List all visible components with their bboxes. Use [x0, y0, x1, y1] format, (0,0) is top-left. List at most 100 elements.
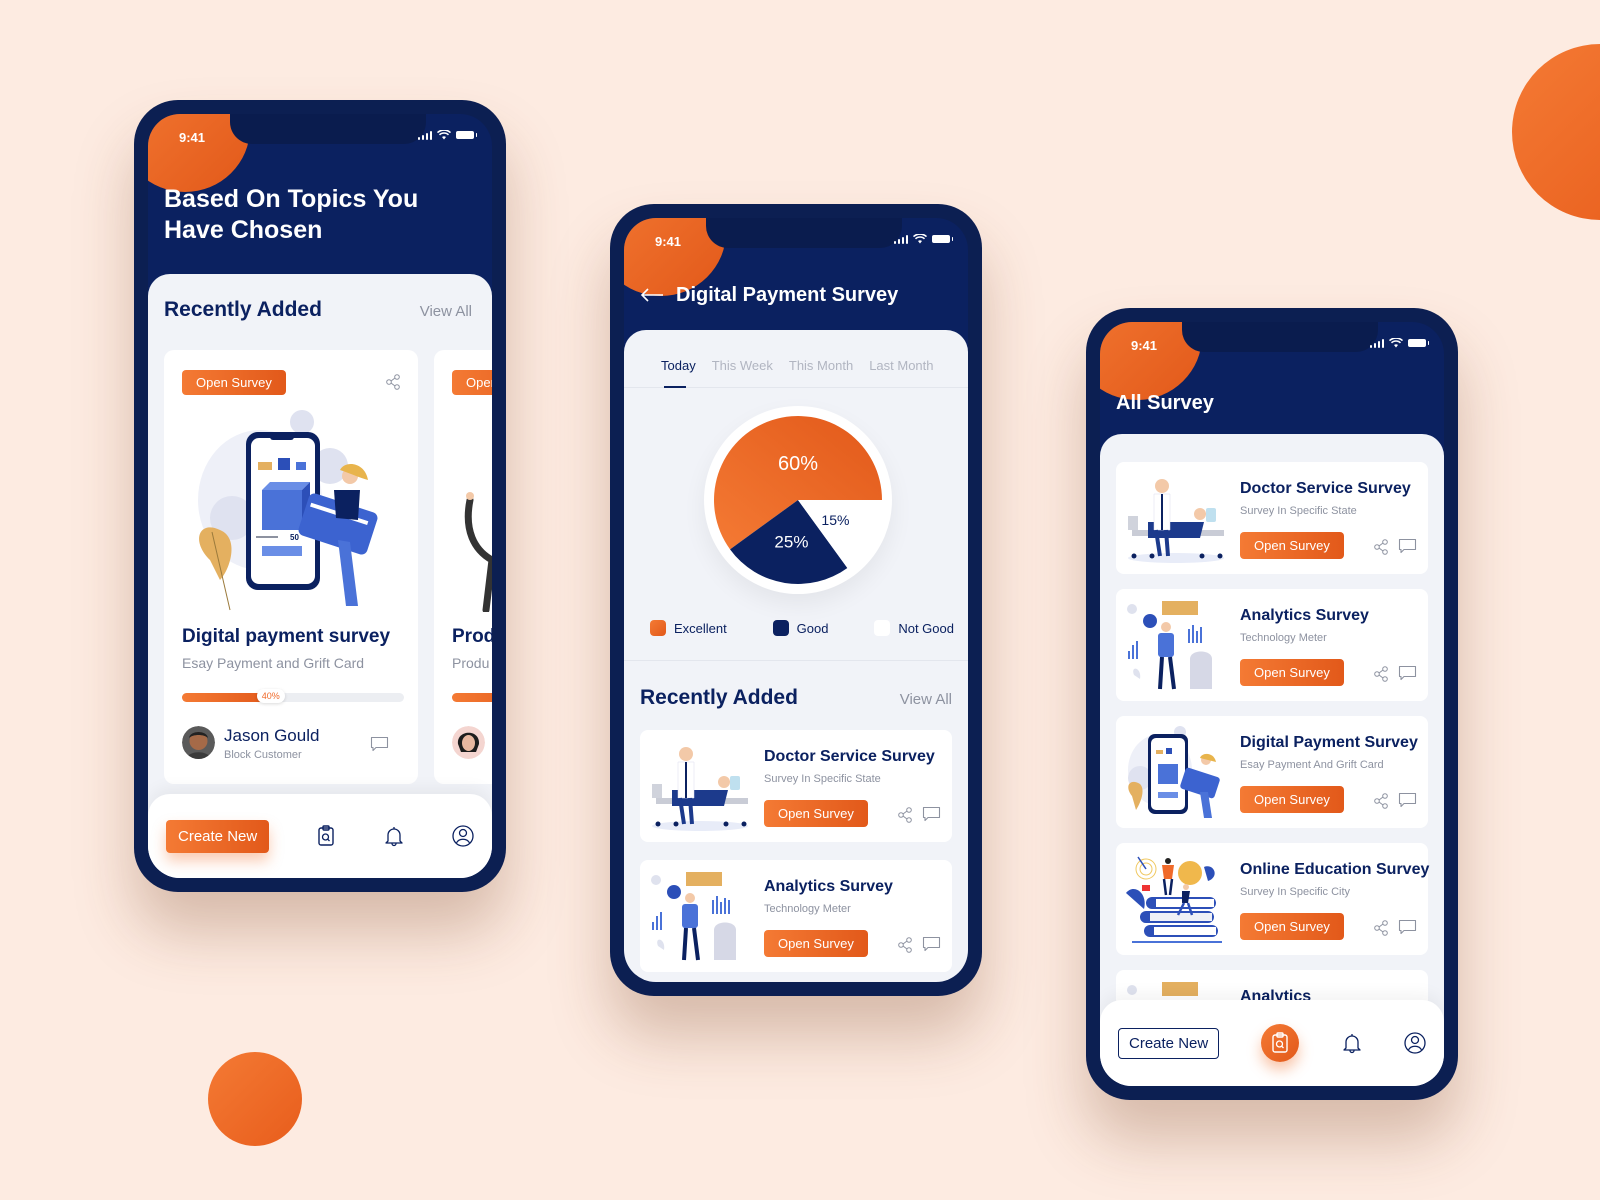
- survey-list-item[interactable]: Digital Payment Survey Esay Payment And G…: [1116, 716, 1428, 828]
- signal-icon: [893, 234, 908, 244]
- survey-list-item[interactable]: Doctor Service Survey Survey In Specific…: [640, 730, 952, 842]
- tab-this-month[interactable]: This Month: [789, 358, 853, 387]
- screen-topics: 9:41 Based On Topics You Have Chosen Rec…: [148, 114, 492, 878]
- user-role: Block Customer: [224, 749, 302, 761]
- open-survey-button[interactable]: Open Survey: [1240, 786, 1344, 813]
- profile-icon[interactable]: [452, 825, 474, 847]
- item-title: Doctor Service Survey: [1240, 480, 1411, 497]
- item-title: Doctor Service Survey: [764, 748, 935, 765]
- decorative-circle-top-right: [1512, 44, 1600, 220]
- tab-today[interactable]: Today: [661, 358, 696, 387]
- section-title: Recently Added: [164, 298, 322, 321]
- item-subtitle: Survey In Specific State: [764, 773, 881, 785]
- legend-item-good: Good: [772, 620, 829, 636]
- battery-icon: [1408, 339, 1429, 347]
- back-arrow-icon[interactable]: [640, 288, 664, 302]
- item-subtitle: Survey In Specific City: [1240, 886, 1351, 898]
- survey-clipboard-button[interactable]: [1261, 1024, 1300, 1062]
- comment-icon[interactable]: [1398, 792, 1417, 808]
- content-panel: Recently Added View All Open Survey 50 D…: [148, 274, 492, 878]
- progress-fill: [452, 693, 492, 702]
- open-survey-button[interactable]: Open Survey: [182, 370, 286, 395]
- legend-swatch: [772, 620, 789, 636]
- open-survey-button[interactable]: Open Survey: [1240, 659, 1344, 686]
- share-icon[interactable]: [898, 937, 912, 953]
- share-icon[interactable]: [386, 374, 400, 390]
- progress-label: 40%: [256, 689, 285, 703]
- phone-all-survey: 9:41 All Survey Doctor Service Survey Sur…: [1086, 308, 1458, 1100]
- notification-bell-icon[interactable]: [384, 825, 404, 847]
- avatar: [452, 726, 485, 759]
- analytics-illustration: [651, 872, 736, 961]
- survey-list-item[interactable]: Analytics Survey Technology Meter Open S…: [640, 860, 952, 972]
- item-title: Digital Payment Survey: [1240, 734, 1418, 751]
- survey-card[interactable]: Open Survey 50 Digital payment survey Es…: [164, 350, 418, 784]
- survey-clipboard-icon[interactable]: [317, 825, 335, 847]
- progress-bar: 40%: [182, 689, 404, 703]
- phone-notch: [1182, 322, 1378, 352]
- tab-this-week[interactable]: This Week: [712, 358, 773, 387]
- wifi-icon: [1389, 338, 1403, 348]
- divider: [624, 660, 968, 661]
- pie-chart-container: 60% 25% 15%: [704, 406, 892, 594]
- status-time: 9:41: [1131, 338, 1158, 353]
- status-icons: [893, 234, 953, 244]
- legend-swatch: [650, 620, 666, 636]
- comment-icon[interactable]: [922, 936, 941, 952]
- phone-notch: [706, 218, 902, 248]
- content-panel: Today This Week This Month Last Month 60% 25…: [624, 330, 968, 982]
- legend-label: Good: [796, 620, 829, 636]
- phone-survey-detail: 9:41 Digital Payment Survey Today This We…: [610, 204, 982, 996]
- section-header: Recently Added View All: [640, 686, 952, 710]
- open-survey-button[interactable]: Open Survey: [764, 930, 868, 957]
- create-new-button[interactable]: Create New: [1118, 1027, 1220, 1059]
- comment-icon[interactable]: [1398, 538, 1417, 554]
- item-subtitle: Esay Payment And Grift Card: [1240, 759, 1384, 771]
- payment-illustration: [1128, 726, 1220, 818]
- bottom-nav: Create New: [1100, 1000, 1444, 1086]
- comment-icon[interactable]: [370, 736, 389, 752]
- item-subtitle: Technology Meter: [764, 903, 851, 915]
- signal-icon: [417, 130, 432, 140]
- pie-label-not-good: 15%: [821, 512, 849, 528]
- phone-notch: [230, 114, 426, 144]
- doctor-illustration: [652, 747, 748, 831]
- signal-icon: [1369, 338, 1384, 348]
- share-icon[interactable]: [1374, 920, 1388, 936]
- share-icon[interactable]: [1374, 539, 1388, 555]
- survey-list-item[interactable]: Doctor Service Survey Survey In Specific …: [1116, 462, 1428, 574]
- page-title: Digital Payment Survey: [676, 284, 899, 306]
- open-survey-button[interactable]: Open Survey: [452, 370, 492, 395]
- progress-bar: [452, 693, 492, 702]
- share-icon[interactable]: [1374, 666, 1388, 682]
- view-all-link[interactable]: View All: [420, 303, 472, 320]
- product-illustration: [464, 492, 492, 612]
- share-icon[interactable]: [1374, 793, 1388, 809]
- comment-icon[interactable]: [1398, 919, 1417, 935]
- profile-icon[interactable]: [1404, 1032, 1426, 1054]
- view-all-link[interactable]: View All: [900, 691, 952, 708]
- item-subtitle: Technology Meter: [1240, 632, 1327, 644]
- open-survey-button[interactable]: Open Survey: [1240, 913, 1344, 940]
- open-survey-button[interactable]: Open Survey: [1240, 532, 1344, 559]
- battery-icon: [932, 235, 953, 243]
- survey-list-item[interactable]: Analytics Survey Technology Meter Open Sur…: [1116, 589, 1428, 701]
- analytics-illustration: [1127, 601, 1212, 690]
- title-line-2: Have Chosen: [164, 216, 323, 244]
- comment-icon[interactable]: [922, 806, 941, 822]
- survey-list-item[interactable]: Online Education Survey Survey In Specifi…: [1116, 843, 1429, 955]
- card-title: Prod: [452, 626, 492, 647]
- tab-last-month[interactable]: Last Month: [869, 358, 933, 387]
- survey-card[interactable]: Open Survey Prod Produ: [434, 350, 492, 784]
- create-new-button[interactable]: Create New: [166, 819, 270, 853]
- comment-icon[interactable]: [1398, 665, 1417, 681]
- page-title: Based On Topics You Have Chosen: [164, 184, 418, 246]
- svg-text:50: 50: [290, 533, 299, 542]
- chart-legend: Excellent Good Not Good: [650, 620, 954, 636]
- open-survey-button[interactable]: Open Survey: [764, 800, 868, 827]
- notification-bell-icon[interactable]: [1342, 1032, 1362, 1054]
- wifi-icon: [437, 130, 451, 140]
- item-title: Analytics Survey: [1240, 607, 1369, 624]
- user-name: Jason Gould: [224, 726, 320, 745]
- share-icon[interactable]: [898, 807, 912, 823]
